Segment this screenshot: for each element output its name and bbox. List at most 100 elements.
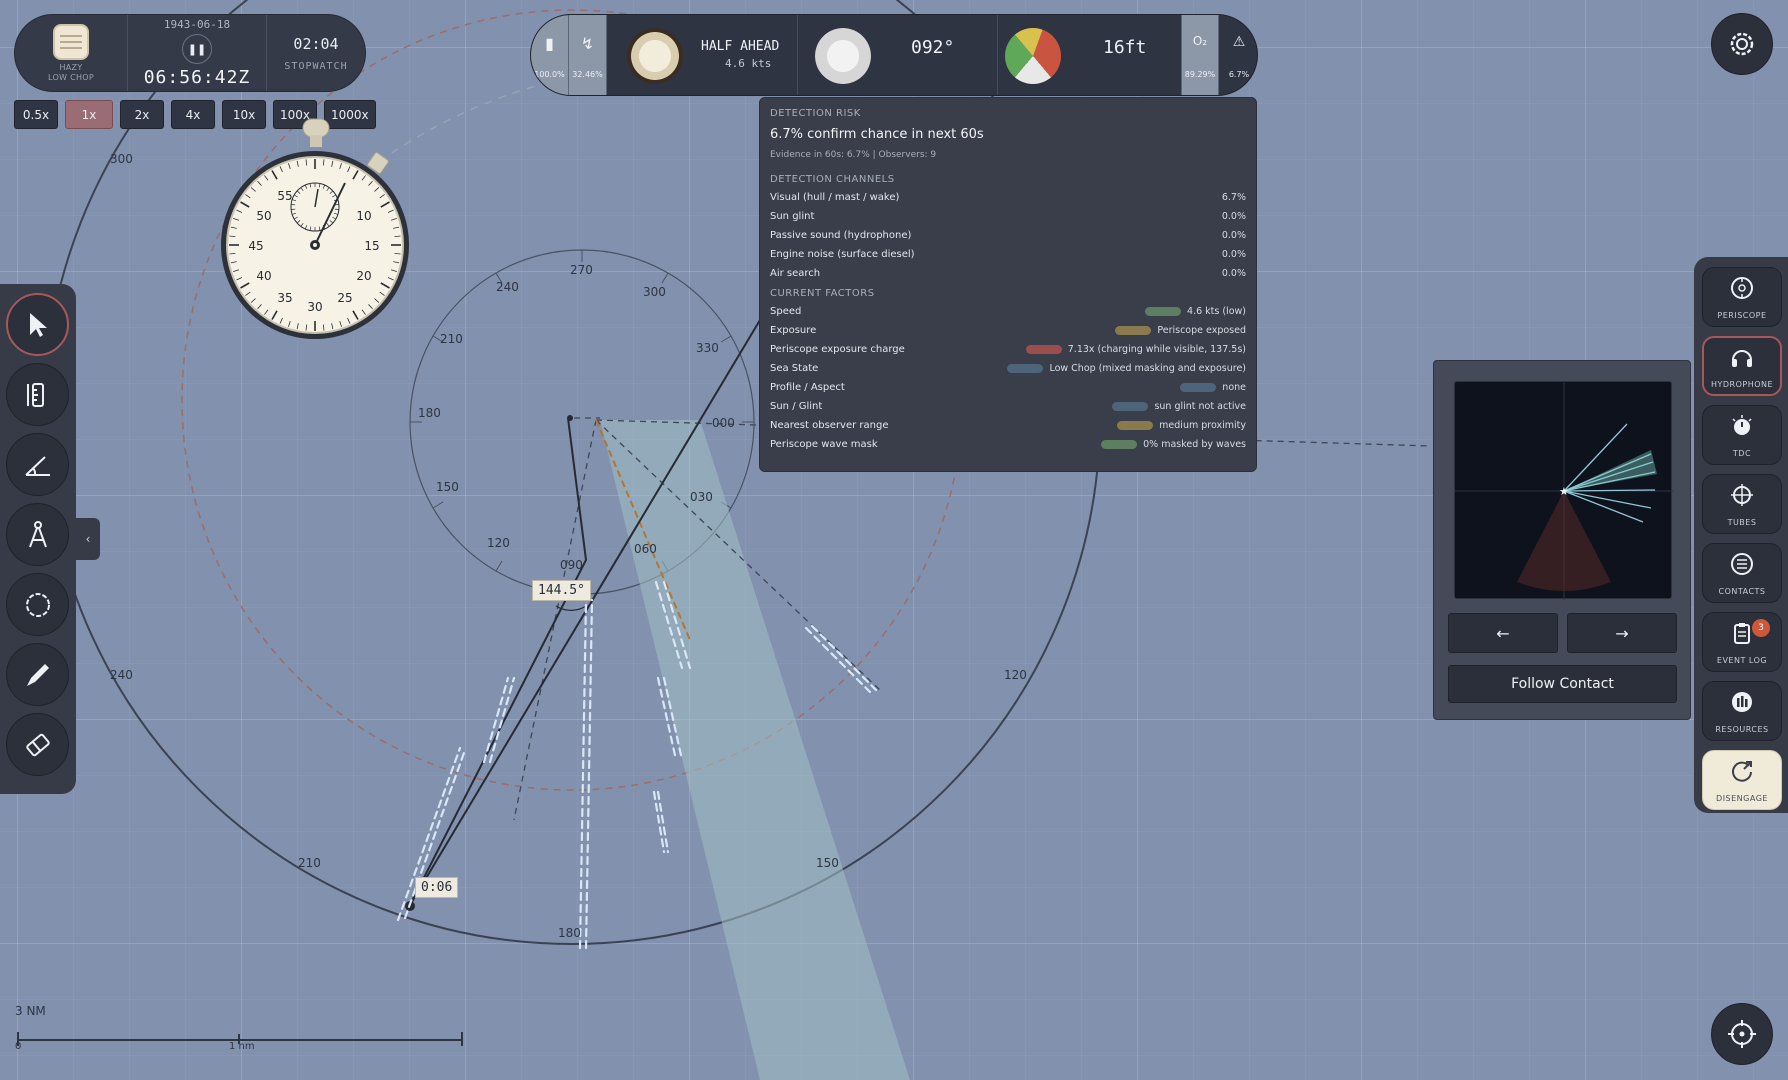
crosshair-icon <box>1729 482 1755 512</box>
battery-icon: ▮ <box>545 33 554 53</box>
ruler-tool-button[interactable] <box>6 363 69 426</box>
protractor-tool-button[interactable] <box>6 433 69 496</box>
factor-value: Periscope exposed <box>1157 325 1246 336</box>
compass-tool-button[interactable] <box>6 503 69 566</box>
dial-number: 50 <box>256 209 271 223</box>
stopwatch-dial[interactable]: 50 55 10 15 20 25 30 35 40 45 <box>218 115 413 345</box>
station-label: TUBES <box>1727 517 1757 527</box>
factors-list: Speed 4.6 kts (low) Exposure Periscope expo… <box>770 302 1246 454</box>
protractor-icon <box>24 455 50 476</box>
factor-value: sun glint not active <box>1154 401 1246 412</box>
circle-tool-button[interactable] <box>6 573 69 636</box>
factor-chip <box>1115 326 1152 335</box>
station-label: RESOURCES <box>1715 724 1769 734</box>
inner-ring-label: 090 <box>560 558 583 572</box>
pencil-icon <box>26 663 49 686</box>
follow-contact-button[interactable]: Follow Contact <box>1448 665 1677 703</box>
angle-label[interactable]: 144.5° <box>532 580 591 601</box>
factor-value: medium proximity <box>1159 420 1246 431</box>
previous-contact-button[interactable]: ← <box>1448 613 1558 653</box>
sensor-cone <box>600 420 910 1080</box>
speed-0-5x-button[interactable]: 0.5x <box>14 100 58 129</box>
station-tubes-button[interactable]: TUBES <box>1702 474 1782 534</box>
station-resources-button[interactable]: RESOURCES <box>1702 681 1782 741</box>
speed-1x-button[interactable]: 1x <box>65 100 113 129</box>
channel-row: Air search 0.0% <box>770 264 1246 283</box>
factor-value: none <box>1222 382 1246 393</box>
factor-value: 7.13x (charging while visible, 137.5s) <box>1067 344 1246 355</box>
oxygen-symbol: O₂ <box>1192 33 1208 48</box>
weather-indicator[interactable]: HAZY LOW CHOP <box>15 15 127 91</box>
channel-value: 6.7% <box>1221 192 1246 203</box>
depth-value: 16ft <box>1103 37 1147 58</box>
station-hydrophone-button[interactable]: HYDROPHONE <box>1702 336 1782 396</box>
channel-value: 0.0% <box>1221 211 1246 222</box>
factor-label: Periscope exposure charge <box>770 344 905 355</box>
dial-number: 15 <box>364 239 379 253</box>
inner-ring-label: 030 <box>690 490 713 504</box>
inner-ring-label: 210 <box>440 332 463 346</box>
channel-label: Sun glint <box>770 211 815 222</box>
dial-number: 20 <box>356 269 371 283</box>
factor-label: Nearest observer range <box>770 420 889 431</box>
factor-label: Speed <box>770 306 802 317</box>
factor-row: Sun / Glint sun glint not active <box>770 397 1246 416</box>
outer-ring-label: 120 <box>1004 668 1027 682</box>
compass-icon <box>28 520 47 547</box>
time-label[interactable]: 0:06 <box>415 877 459 898</box>
stopwatch-label: STOPWATCH <box>284 60 348 72</box>
station-tdc-button[interactable]: TDC <box>1702 405 1782 465</box>
recenter-button[interactable] <box>1711 1003 1773 1065</box>
inner-ring-label: 120 <box>487 536 510 550</box>
factor-value-group: 0% masked by waves <box>1101 439 1246 450</box>
oxygen-gauge[interactable]: O₂ 89.29% <box>1181 15 1219 95</box>
dial-number: 55 <box>277 189 292 203</box>
svg-text:★: ★ <box>1559 485 1569 498</box>
factor-value-group: medium proximity <box>1117 420 1246 431</box>
factor-row: Speed 4.6 kts (low) <box>770 302 1246 321</box>
own-ship-dot <box>567 415 573 421</box>
station-event-log-button[interactable]: EVENT LOG <box>1702 612 1782 672</box>
outer-ring-label: 210 <box>298 856 321 870</box>
scale-bar: 3 NM 0 1 nm <box>15 1000 465 1052</box>
speed-2x-button[interactable]: 2x <box>120 100 164 129</box>
eraser-tool-button[interactable] <box>6 713 69 776</box>
depth-dial[interactable] <box>1005 28 1061 84</box>
pencil-tool-button[interactable] <box>6 643 69 706</box>
stopwatch-toggle[interactable]: 02:04 STOPWATCH <box>267 15 365 91</box>
station-disengage-button[interactable]: DISENGAGE <box>1702 750 1782 810</box>
telegraph-dial[interactable] <box>627 28 683 84</box>
speed-4x-button[interactable]: 4x <box>171 100 215 129</box>
station-periscope-button[interactable]: PERISCOPE <box>1702 267 1782 327</box>
inner-ring-label: 330 <box>696 341 719 355</box>
heading-dial[interactable] <box>815 28 871 84</box>
scale-zero: 0 <box>15 1041 22 1052</box>
pause-button[interactable]: ❚❚ <box>182 34 212 64</box>
channel-value: 0.0% <box>1221 230 1246 241</box>
settings-button[interactable] <box>1711 13 1773 75</box>
charge-gauge[interactable]: ↯ 32.46% <box>569 15 607 95</box>
factor-value-group: none <box>1180 382 1246 393</box>
oxygen-value: 89.29% <box>1184 69 1216 79</box>
hydrophone-display[interactable]: ★ <box>1454 381 1673 600</box>
channel-label: Passive sound (hydrophone) <box>770 230 912 241</box>
battery-value: 100.0% <box>534 69 565 79</box>
factor-value-group: Periscope exposed <box>1115 325 1246 336</box>
factor-label: Profile / Aspect <box>770 382 845 393</box>
alert-indicator[interactable]: ⚠ 6.7% <box>1219 15 1257 95</box>
factor-chip <box>1180 383 1217 392</box>
next-contact-button[interactable]: → <box>1567 613 1677 653</box>
disengage-icon <box>1729 758 1755 788</box>
clipboard-icon <box>1729 620 1755 650</box>
factor-value-group: Low Chop (mixed masking and exposure) <box>1007 363 1246 374</box>
dial-icon <box>1729 413 1755 443</box>
evidence-summary: Evidence in 60s: 6.7% | Observers: 9 <box>770 150 937 160</box>
stopwatch-time: 02:04 <box>293 34 339 53</box>
station-label: CONTACTS <box>1718 586 1766 596</box>
factor-value-group: 7.13x (charging while visible, 137.5s) <box>1025 344 1246 355</box>
collapse-toolbar-button[interactable]: ‹ <box>76 518 100 560</box>
ruler-icon <box>26 382 44 407</box>
select-tool-button[interactable] <box>6 293 69 356</box>
station-contacts-button[interactable]: CONTACTS <box>1702 543 1782 603</box>
crosshair-icon <box>1728 1020 1756 1048</box>
